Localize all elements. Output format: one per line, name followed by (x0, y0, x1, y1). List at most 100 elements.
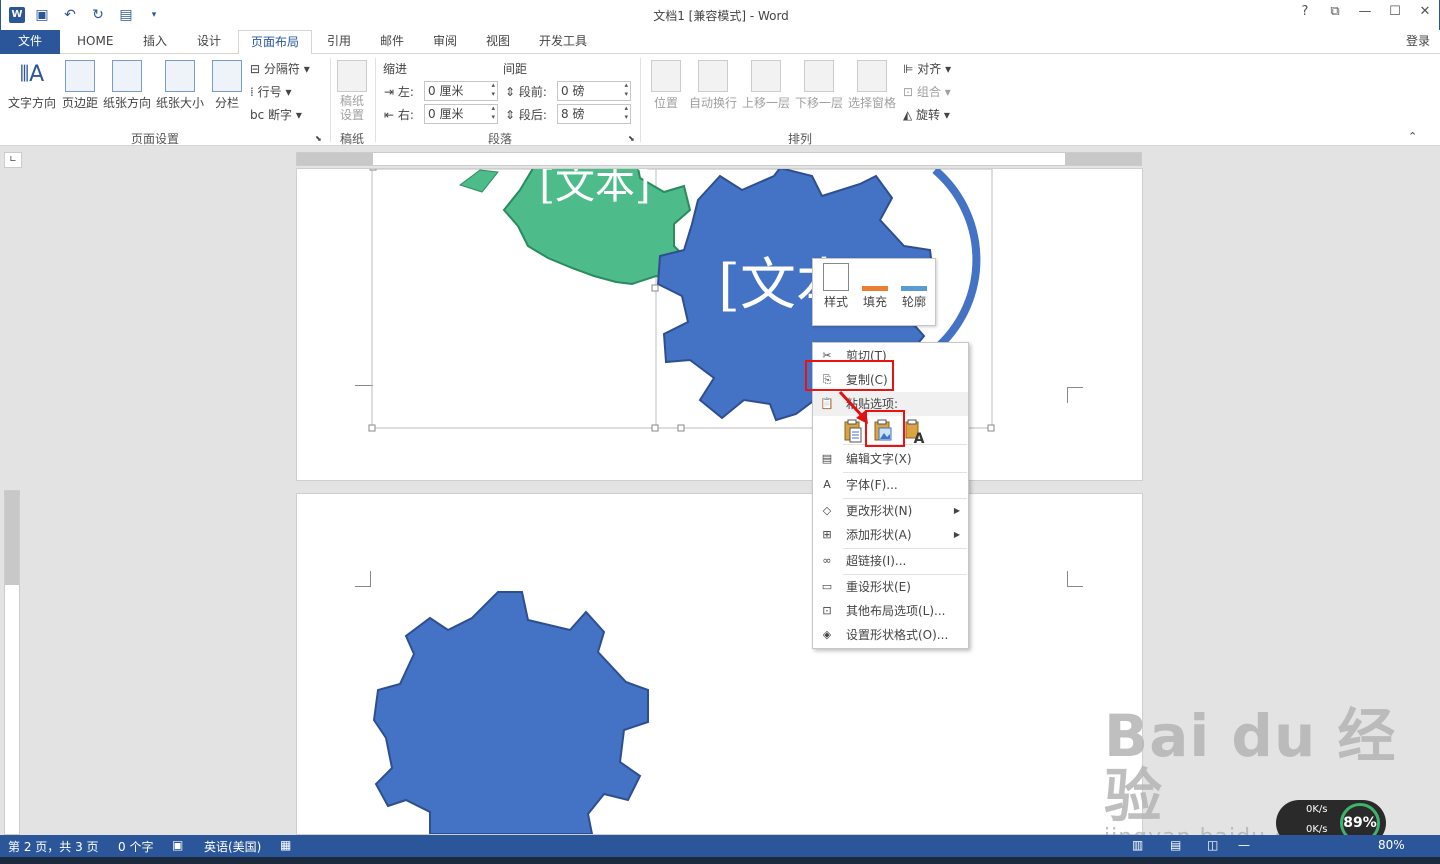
columns-icon (212, 60, 242, 92)
columns-button[interactable]: 分栏 (210, 60, 244, 111)
selection-pane-button[interactable]: 选择窗格 (847, 60, 897, 111)
title-bar: W ▣ ↶ ↻ ▤ ▾ 文档1 [兼容模式] - Word ? ⧉ — ☐ ✕ (0, 0, 1440, 30)
menu-reset-shape[interactable]: ▭ 重设形状(E) (813, 575, 968, 599)
paste-use-destination-theme-icon[interactable] (842, 418, 864, 444)
align-button[interactable]: ⊫ 对齐 ▾ (903, 60, 951, 77)
breaks-button[interactable]: ⊟ 分隔符 ▾ (250, 60, 310, 77)
tab-developer[interactable]: 开发工具 (527, 30, 599, 54)
login-link[interactable]: 登录 (1406, 30, 1430, 52)
menu-font[interactable]: A 字体(F)... (813, 473, 968, 497)
text-direction-button[interactable]: ⫴A 文字方向 (6, 60, 58, 111)
zoom-out-button[interactable]: — (1238, 838, 1250, 852)
spacing-label: 间距 (503, 62, 528, 76)
horizontal-ruler[interactable] (296, 152, 1142, 166)
format-shape-icon: ◈ (822, 628, 832, 641)
word-count[interactable]: 0 个字 (118, 838, 153, 855)
tab-design[interactable]: 设计 (185, 30, 233, 54)
indent-right-icon: ⇤ (384, 108, 395, 122)
hyphenation-button[interactable]: bc 断字 ▾ (250, 106, 302, 123)
shape-style-icon (823, 263, 849, 291)
group-label-arrange: 排列 (787, 132, 812, 146)
tab-selector[interactable]: ∟ (4, 152, 22, 168)
menu-change-shape[interactable]: ◇ 更改形状(N) ▶ (813, 499, 968, 523)
ribbon-tabs: 文件 HOME 插入 设计 页面布局 引用 邮件 审阅 视图 开发工具 登录 (0, 30, 1440, 55)
menu-edit-text[interactable]: ▤ 编辑文字(X) (813, 447, 968, 471)
os-taskbar (0, 857, 1440, 864)
shape-style-button[interactable]: 样式 (817, 263, 855, 310)
bring-forward-icon (751, 60, 781, 92)
indent-left-input[interactable]: 0 厘米 (424, 81, 498, 101)
tab-file[interactable]: 文件 (0, 30, 60, 54)
position-button[interactable]: 位置 (648, 60, 684, 111)
vertical-ruler[interactable] (4, 490, 20, 835)
spacing-after-input[interactable]: 8 磅 (557, 104, 631, 124)
close-button[interactable]: ✕ (1417, 4, 1433, 19)
pencil-outline-icon (901, 263, 927, 291)
page-2[interactable] (296, 493, 1143, 835)
svg-text:A: A (914, 431, 925, 444)
status-bar: 第 2 页，共 3 页 0 个字 ▣ 英语(美国) ▦ ▥ ▤ ◫ — 80% (0, 835, 1440, 857)
crop-mark (355, 571, 371, 587)
margins-button[interactable]: 页边距 (60, 60, 100, 111)
size-button[interactable]: 纸张大小 (154, 60, 206, 111)
group-button[interactable]: ⊡ 组合 ▾ (903, 83, 951, 100)
help-button[interactable]: ? (1297, 4, 1313, 19)
manuscript-icon (337, 60, 367, 92)
maximize-button[interactable]: ☐ (1387, 4, 1403, 19)
spacing-before-input[interactable]: 0 磅 (557, 81, 631, 101)
wrap-text-button[interactable]: 自动换行 (688, 60, 738, 111)
zoom-level[interactable]: 80% (1378, 838, 1405, 852)
tab-review[interactable]: 审阅 (421, 30, 469, 54)
send-backward-button[interactable]: 下移一层 (794, 60, 844, 111)
shape-outline-button[interactable]: 轮廓 (895, 263, 933, 310)
submenu-arrow-icon: ▶ (953, 530, 960, 539)
collapse-ribbon-icon[interactable]: ⌃ (1408, 130, 1417, 143)
manuscript-settings-button[interactable]: 稿纸设置 (336, 60, 368, 122)
tab-home[interactable]: HOME (65, 30, 125, 54)
page-count[interactable]: 第 2 页，共 3 页 (8, 838, 99, 855)
line-numbers-button[interactable]: ⁞ 行号 ▾ (250, 83, 292, 100)
orientation-button[interactable]: 纸张方向 (102, 60, 152, 111)
page-setup-launcher-icon[interactable]: ⬊ (315, 134, 322, 143)
position-icon (651, 60, 681, 92)
orientation-icon (112, 60, 142, 92)
menu-hyperlink[interactable]: ∞ 超链接(I)... (813, 549, 968, 573)
minimize-button[interactable]: — (1357, 4, 1373, 19)
crop-mark (1067, 571, 1083, 587)
proofing-icon[interactable]: ▣ (172, 838, 183, 852)
tab-view[interactable]: 视图 (474, 30, 522, 54)
read-mode-icon[interactable]: ▥ (1132, 838, 1143, 852)
tab-mailings[interactable]: 邮件 (368, 30, 416, 54)
tab-page-layout[interactable]: 页面布局 (238, 30, 313, 55)
ribbon-display-button[interactable]: ⧉ (1327, 4, 1343, 19)
language-indicator[interactable]: 英语(美国) (204, 838, 261, 855)
selection-pane-icon (857, 60, 887, 92)
page-1[interactable] (296, 168, 1143, 481)
shape-fill-button[interactable]: 填充 (856, 263, 894, 310)
mini-toolbar: 样式 填充 轮廓 (812, 258, 936, 326)
paste-keep-text-only-icon[interactable]: A (903, 418, 925, 444)
indent-right-input[interactable]: 0 厘米 (424, 104, 498, 124)
tab-references[interactable]: 引用 (315, 30, 363, 54)
window-controls: ? ⧉ — ☐ ✕ (1297, 4, 1433, 19)
menu-add-shape[interactable]: ⊞ 添加形状(A) ▶ (813, 523, 968, 547)
print-layout-icon[interactable]: ▤ (1170, 838, 1181, 852)
group-label-manuscript: 稿纸 (339, 132, 364, 146)
paint-bucket-icon (862, 263, 888, 291)
font-icon: A (823, 478, 831, 491)
crop-mark (355, 385, 373, 386)
change-shape-icon: ◇ (822, 504, 832, 517)
web-layout-icon[interactable]: ◫ (1207, 838, 1218, 852)
group-label-page-setup: 页面设置 (130, 132, 179, 146)
rotate-button[interactable]: ◭ 旋转 ▾ (903, 106, 950, 123)
menu-format-shape[interactable]: ◈ 设置形状格式(O)... (813, 623, 968, 647)
rotate-icon: ◭ (903, 108, 917, 122)
margins-icon (65, 60, 95, 92)
download-speed: 0K/s (1306, 824, 1328, 835)
paragraph-launcher-icon[interactable]: ⬊ (628, 134, 635, 143)
menu-more-layout[interactable]: ⊡ 其他布局选项(L)... (813, 599, 968, 623)
paper-size-icon (165, 60, 195, 92)
tab-insert[interactable]: 插入 (131, 30, 179, 54)
macro-recording-icon[interactable]: ▦ (280, 838, 291, 852)
bring-forward-button[interactable]: 上移一层 (741, 60, 791, 111)
